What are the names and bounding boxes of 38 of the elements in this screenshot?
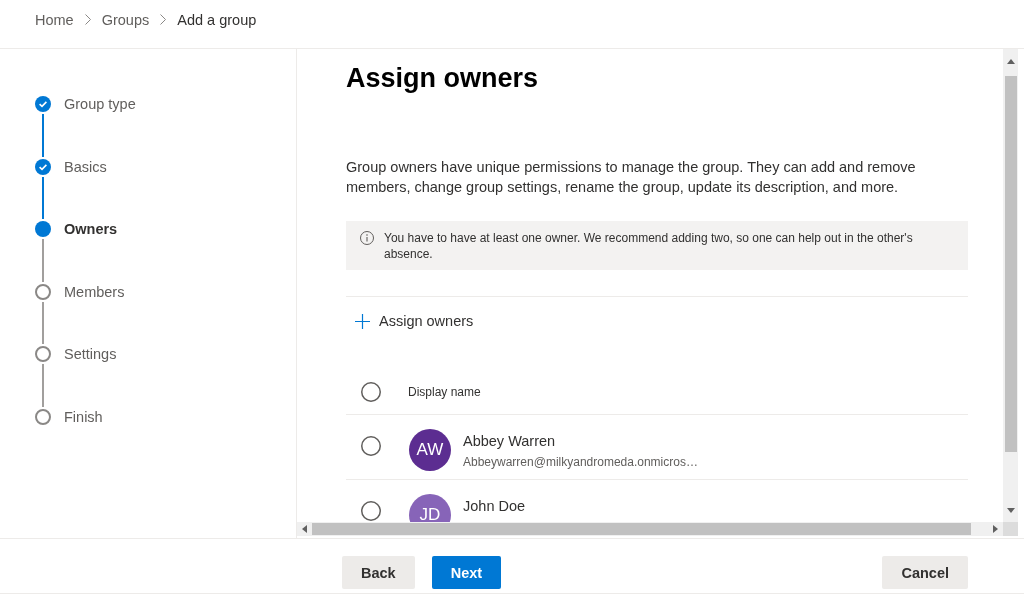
description-text: Group owners have unique permissions to manage the group. They can add and remove members, change group settings, rename the group, update its description, and more.	[346, 158, 917, 197]
breadcrumb-current: Add a group	[177, 10, 257, 30]
page-title: Assign owners	[346, 62, 540, 95]
info-text: You have to have at least one owner. We recommend adding two, so one can help out in the other's absence.	[384, 230, 914, 262]
row-checkbox[interactable]	[361, 436, 381, 456]
horizontal-scrollbar[interactable]	[297, 522, 1003, 536]
step-label: Owners	[64, 221, 118, 238]
caret-left-icon[interactable]	[302, 525, 307, 533]
user-avatar: AW	[409, 429, 451, 471]
step-label: Members	[64, 283, 125, 300]
select-all-checkbox[interactable]	[361, 382, 381, 402]
caret-right-icon[interactable]	[993, 525, 998, 533]
step-label: Basics	[64, 158, 107, 175]
column-header: Display name	[408, 385, 481, 399]
user-name: Abbey Warren	[463, 432, 557, 451]
info-icon	[360, 231, 374, 245]
vertical-scrollbar[interactable]	[1003, 49, 1018, 522]
step-label: Group type	[64, 96, 136, 112]
plus-icon	[355, 313, 370, 329]
breadcrumb-link[interactable]: Groups	[101, 9, 150, 30]
step-label: Settings	[64, 346, 117, 363]
cancel-button[interactable]: Cancel	[882, 556, 968, 589]
caret-down-icon[interactable]	[1006, 507, 1015, 513]
row-checkbox[interactable]	[361, 501, 381, 521]
caret-up-icon[interactable]	[1006, 58, 1015, 64]
user-email: Abbeywarren@milkyandromeda.onmicros…	[463, 454, 698, 470]
user-name: John Doe	[463, 497, 526, 516]
scrollbar-thumb[interactable]	[1004, 76, 1017, 452]
back-button[interactable]: Back	[342, 556, 415, 589]
step-label: Finish	[64, 408, 103, 425]
chevron-right-icon	[84, 14, 91, 25]
scrollbar-thumb[interactable]	[312, 523, 971, 535]
chevron-right-icon	[160, 14, 167, 25]
assign-owners-button[interactable]: Assign owners	[346, 305, 478, 337]
next-button[interactable]: Next	[431, 556, 502, 589]
breadcrumb-link[interactable]: Home	[35, 9, 74, 30]
user-avatar: JD	[409, 494, 451, 522]
scrollbar-corner	[1003, 522, 1018, 536]
